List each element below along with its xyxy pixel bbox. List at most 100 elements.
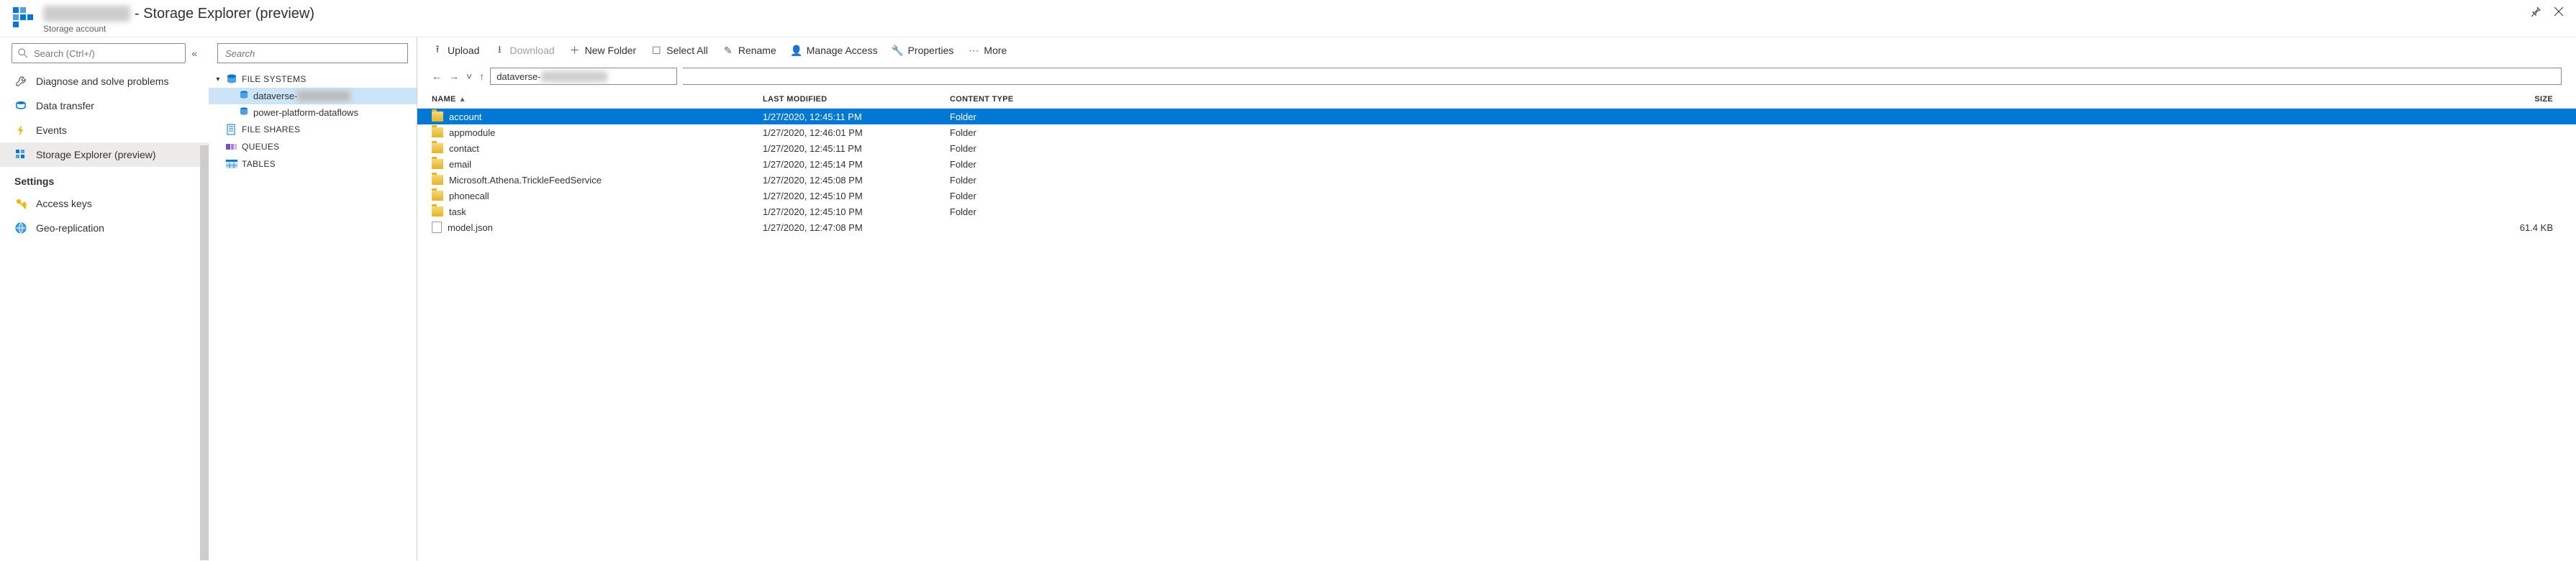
col-modified-header[interactable]: LAST MODIFIED (763, 95, 950, 104)
filesystem-icon (226, 73, 237, 85)
new-folder-button[interactable]: ＋New Folder (569, 45, 637, 56)
nav-item-events[interactable]: Events (0, 118, 209, 142)
row-name: contact (449, 143, 479, 154)
nav-item-label: Access keys (36, 198, 92, 209)
nav-back-icon[interactable]: ← (432, 70, 442, 82)
folder-icon (432, 127, 443, 137)
close-icon[interactable] (2553, 6, 2564, 17)
caret-right-icon (214, 126, 222, 134)
nav-item-label: Data transfer (36, 100, 94, 111)
folder-icon (432, 191, 443, 201)
wrench-icon (14, 75, 27, 88)
row-modified: 1/27/2020, 12:45:08 PM (763, 175, 950, 186)
nav-down-icon[interactable]: ˅ (466, 70, 472, 82)
tree-item-label: power-platform-dataflows (253, 107, 358, 118)
row-type: Folder (950, 191, 1065, 201)
row-type: Folder (950, 175, 1065, 186)
row-modified: 1/27/2020, 12:45:10 PM (763, 206, 950, 217)
row-modified: 1/27/2020, 12:45:10 PM (763, 191, 950, 201)
page-title: ████████ - Storage Explorer (preview) (43, 6, 314, 22)
tree-item-power-platform-dataflows[interactable]: power-platform-dataflows (209, 104, 417, 121)
row-type: Folder (950, 206, 1065, 217)
key-icon (14, 197, 27, 210)
row-modified: 1/27/2020, 12:45:11 PM (763, 143, 950, 154)
row-type: Folder (950, 159, 1065, 170)
tree-item-label: dataverse-████████ (253, 91, 350, 101)
path-extra[interactable] (683, 68, 2562, 85)
nav-item-geo-replication[interactable]: Geo-replication (0, 216, 209, 240)
globe-icon (14, 222, 27, 234)
col-name-header[interactable]: NAME ▲ (432, 95, 763, 104)
nav-item-diagnose[interactable]: Diagnose and solve problems (0, 69, 209, 94)
container-icon (239, 107, 249, 118)
table-row[interactable]: appmodule 1/27/2020, 12:46:01 PMFolder (417, 124, 2576, 140)
tree-group-label: FILE SYSTEMS (242, 74, 307, 84)
explorer-icon (14, 148, 27, 161)
col-size-header[interactable]: SIZE (2504, 95, 2562, 104)
path-input[interactable]: dataverse-██████████ (490, 68, 677, 85)
tree-group-label: FILE SHARES (242, 124, 300, 134)
caret-right-icon (214, 160, 222, 168)
manage-access-button[interactable]: 👤Manage Access (791, 45, 878, 56)
caret-right-icon (214, 143, 222, 151)
upload-button[interactable]: ⭱Upload (432, 45, 479, 56)
nav-item-label: Events (36, 124, 67, 136)
table-row[interactable]: account 1/27/2020, 12:45:11 PMFolder (417, 109, 2576, 124)
nav-item-label: Diagnose and solve problems (36, 76, 168, 87)
rename-button[interactable]: ✎Rename (722, 45, 776, 56)
nav-item-storage-explorer[interactable]: Storage Explorer (preview) (0, 142, 209, 167)
row-type: Folder (950, 127, 1065, 138)
row-name: account (449, 111, 482, 122)
tree-group-file-systems[interactable]: ▾ FILE SYSTEMS (209, 70, 417, 88)
row-type: Folder (950, 111, 1065, 122)
search-icon (18, 48, 28, 58)
nav-item-access-keys[interactable]: Access keys (0, 191, 209, 216)
nav-item-transfer[interactable]: Data transfer (0, 94, 209, 118)
tree-search-input[interactable] (217, 43, 408, 63)
row-name: task (449, 206, 466, 217)
folder-icon (432, 143, 443, 153)
table-icon (226, 158, 237, 170)
more-button[interactable]: ⋯More (968, 45, 1007, 56)
row-name: email (449, 159, 471, 170)
nav-search-input[interactable] (12, 43, 186, 63)
tree-group-file-shares[interactable]: FILE SHARES (209, 121, 417, 138)
nav-up-icon[interactable]: ↑ (479, 70, 484, 82)
tree-panel: ▾ FILE SYSTEMS dataverse-████████ power-… (209, 37, 417, 560)
pin-icon[interactable] (2530, 6, 2541, 17)
tree-group-tables[interactable]: TABLES (209, 155, 417, 173)
col-type-header[interactable]: CONTENT TYPE (950, 95, 1065, 104)
tree-group-queues[interactable]: QUEUES (209, 138, 417, 155)
nav-item-label: Storage Explorer (preview) (36, 149, 156, 160)
upload-icon: ⭱ (432, 45, 443, 56)
plus-icon: ＋ (569, 45, 581, 56)
storage-account-icon (12, 6, 35, 29)
row-modified: 1/27/2020, 12:45:11 PM (763, 111, 950, 122)
collapse-nav-icon[interactable]: « (191, 47, 197, 59)
scrollbar[interactable] (200, 145, 209, 560)
tree-group-label: TABLES (242, 159, 276, 169)
folder-icon (432, 175, 443, 185)
table-row[interactable]: email1/27/2020, 12:45:14 PMFolder (417, 156, 2576, 172)
container-icon (239, 91, 249, 101)
row-modified: 1/27/2020, 12:46:01 PM (763, 127, 950, 138)
select-all-icon: ☐ (650, 45, 662, 56)
left-nav: « Diagnose and solve problems Data trans… (0, 37, 209, 560)
folder-icon (432, 206, 443, 216)
table-row[interactable]: phonecall1/27/2020, 12:45:10 PMFolder (417, 188, 2576, 204)
tree-group-label: QUEUES (242, 142, 279, 152)
nav-forward-icon[interactable]: → (449, 70, 459, 82)
queue-icon (226, 141, 237, 152)
nav-item-label: Geo-replication (36, 222, 104, 234)
table-row[interactable]: Microsoft.Athena.TrickleFeedService1/27/… (417, 172, 2576, 188)
table-row[interactable]: model.json1/27/2020, 12:47:08 PM61.4 KB (417, 219, 2576, 235)
download-button: ⭳Download (494, 45, 554, 56)
table-row[interactable]: task 1/27/2020, 12:45:10 PMFolder (417, 204, 2576, 219)
tree-item-dataverse[interactable]: dataverse-████████ (209, 88, 417, 104)
select-all-button[interactable]: ☐Select All (650, 45, 708, 56)
row-name: appmodule (449, 127, 495, 138)
sort-asc-icon: ▲ (459, 96, 466, 104)
table-row[interactable]: contact1/27/2020, 12:45:11 PMFolder (417, 140, 2576, 156)
window-header: ████████ - Storage Explorer (preview) St… (0, 0, 2576, 37)
properties-button[interactable]: 🔧Properties (892, 45, 954, 56)
